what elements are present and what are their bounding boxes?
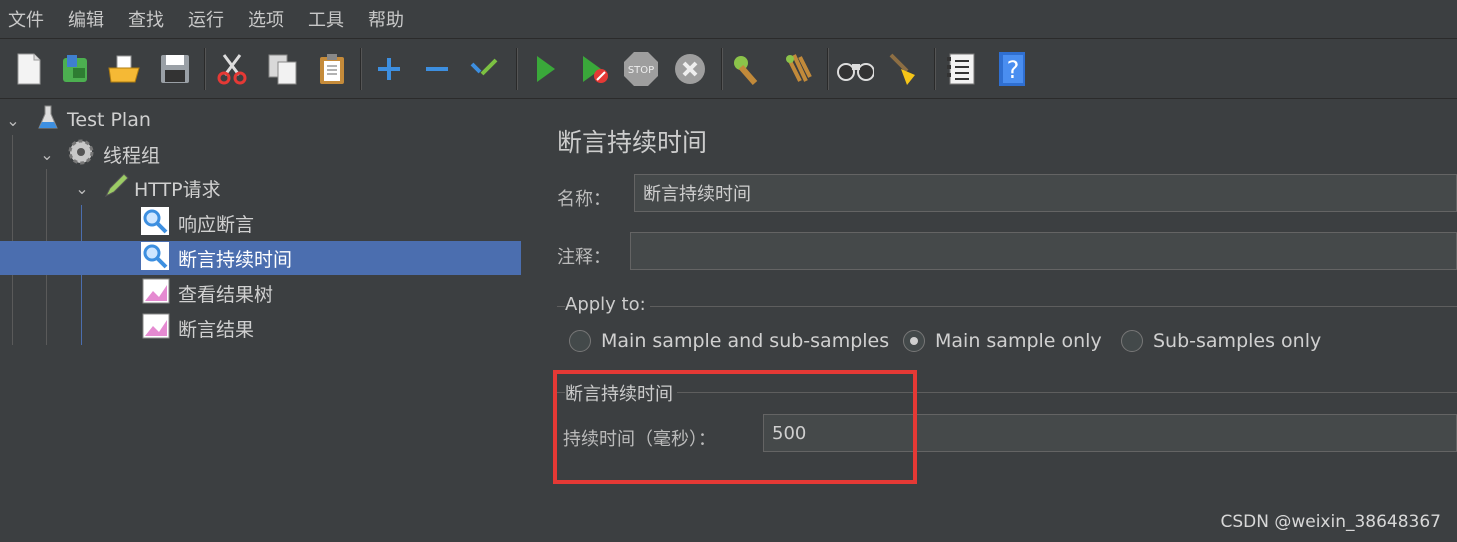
tree-item-assertion-results[interactable]: 断言结果 [0,311,521,345]
name-label: 名称： [557,189,611,210]
assertion-magnifier-icon [140,206,170,241]
radio-circle[interactable] [569,330,591,352]
split-pane-divider[interactable] [521,99,538,542]
assertion-magnifier-icon [140,241,170,276]
menu-search[interactable]: 查找 [128,6,164,32]
comment-label: 注释： [557,247,611,268]
paste-icon[interactable] [313,50,351,88]
radio-label: Main sample and sub-samples [601,330,890,352]
menu-file[interactable]: 文件 [8,6,44,32]
toolbar-separator [516,48,518,90]
tree-item-label: 响应断言 [178,213,255,236]
group-border [557,306,1457,307]
save-icon[interactable] [156,50,194,88]
radio-sub-samples-only[interactable]: Sub-samples only [1121,330,1321,352]
stop-icon[interactable]: STOP [622,50,660,88]
start-no-pause-icon[interactable] [575,50,613,88]
toolbar-separator [360,48,362,90]
test-plan-icon [37,104,59,137]
red-highlight-box [553,370,917,484]
search-icon[interactable] [836,50,874,88]
tree-item-label: 断言持续时间 [178,248,293,271]
radio-main-and-sub-samples[interactable]: Main sample and sub-samples [569,330,889,352]
svg-text:STOP: STOP [628,65,654,76]
tree-item-label: 查看结果树 [178,283,274,306]
radio-label: Main sample only [935,330,1102,352]
page-title: 断言持续时间 [557,128,708,157]
toolbar-separator [827,48,829,90]
radio-selected-dot [910,337,918,345]
apply-to-title: Apply to: [565,294,650,315]
svg-text:?: ? [1007,56,1020,84]
chevron-down-icon[interactable]: ⌄ [37,145,57,164]
test-plan-tree: ⌄ Test Plan ⌄ 线程组 ⌄ HTTP请求 响应断言 断言持续时间 查… [0,99,522,542]
menu-edit[interactable]: 编辑 [68,6,104,32]
menu-options[interactable]: 选项 [248,6,284,32]
shutdown-icon[interactable] [671,50,709,88]
clear-all-icon[interactable] [779,50,817,88]
new-icon[interactable] [10,50,48,88]
toolbar-separator [934,48,936,90]
radio-label: Sub-samples only [1153,330,1322,352]
toolbar-separator [204,48,206,90]
clear-icon[interactable] [728,50,766,88]
tree-item-label: 线程组 [103,144,161,167]
chevron-down-icon[interactable]: ⌄ [3,111,23,130]
toggle-icon[interactable] [466,50,504,88]
reset-search-icon[interactable] [884,50,922,88]
toolbar-separator [721,48,723,90]
watermark: CSDN @weixin_38648367 [1220,512,1441,532]
radio-circle[interactable] [1121,330,1143,352]
thread-group-gear-icon [67,138,95,171]
menu-help[interactable]: 帮助 [368,6,404,32]
tree-item-view-results-tree[interactable]: 查看结果树 [0,276,521,310]
menu-bar: 文件 编辑 查找 运行 选项 工具 帮助 [0,0,1457,39]
listener-chart-icon [142,277,170,310]
radio-main-sample-only[interactable]: Main sample only [903,330,1102,352]
function-helper-icon[interactable] [943,50,981,88]
menu-run[interactable]: 运行 [188,6,224,32]
templates-icon[interactable] [57,50,95,88]
cut-icon[interactable] [213,50,251,88]
http-sampler-pen-icon [102,172,130,205]
help-icon[interactable]: ? [993,50,1031,88]
tree-item-label: 断言结果 [178,318,255,341]
tree-item-thread-group[interactable]: ⌄ 线程组 [0,137,521,171]
start-icon[interactable] [526,50,564,88]
comment-field[interactable] [630,232,1457,270]
radio-circle[interactable] [903,330,925,352]
open-icon[interactable] [105,50,143,88]
listener-chart-icon [142,312,170,345]
collapse-icon[interactable] [418,50,456,88]
name-field[interactable]: 断言持续时间 [634,174,1457,212]
toolbar: STOP ? [0,40,1457,99]
copy-icon[interactable] [264,50,302,88]
tree-item-label: Test Plan [67,109,151,131]
expand-icon[interactable] [370,50,408,88]
tree-item-http-request[interactable]: ⌄ HTTP请求 [0,171,521,205]
chevron-down-icon[interactable]: ⌄ [72,179,92,198]
tree-item-response-assertion[interactable]: 响应断言 [0,206,521,240]
menu-tools[interactable]: 工具 [308,6,344,32]
tree-item-label: HTTP请求 [134,178,221,201]
tree-item-duration-assertion[interactable]: 断言持续时间 [0,241,521,275]
tree-item-test-plan[interactable]: ⌄ Test Plan [0,103,521,137]
